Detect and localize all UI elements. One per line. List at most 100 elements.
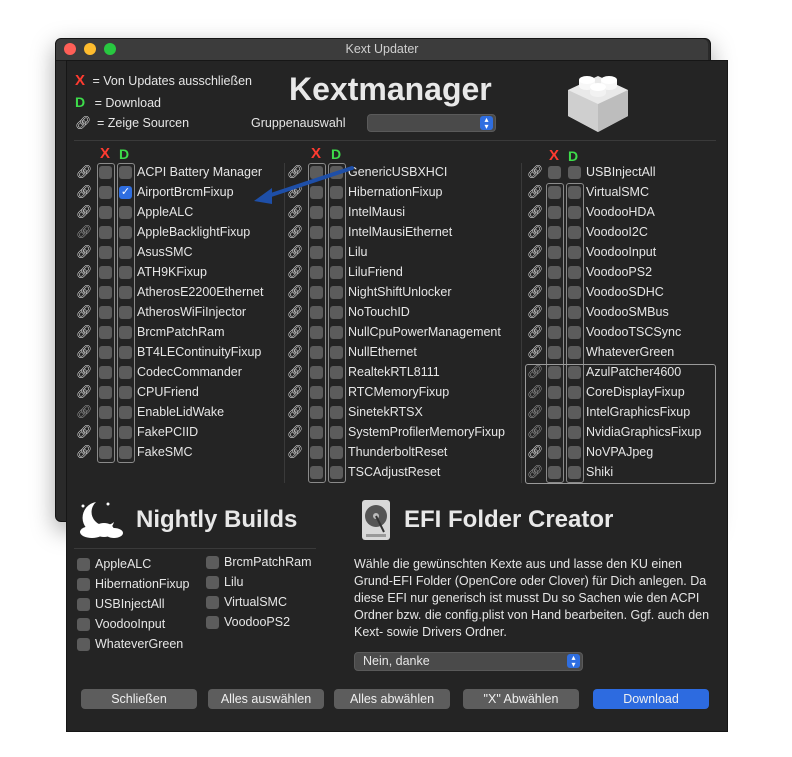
select-all-button[interactable]: Alles auswählen (208, 689, 324, 709)
link-icon[interactable]: 🔗︎ (287, 365, 304, 378)
exclude-checkbox[interactable] (99, 186, 112, 199)
download-checkbox[interactable] (330, 346, 343, 359)
download-checkbox[interactable] (330, 246, 343, 259)
link-icon[interactable]: 🔗︎ (287, 445, 304, 458)
download-checkbox[interactable] (119, 266, 132, 279)
download-checkbox[interactable] (119, 426, 132, 439)
exclude-checkbox[interactable] (99, 246, 112, 259)
exclude-checkbox[interactable] (548, 406, 561, 419)
link-icon[interactable]: 🔗︎ (76, 405, 93, 418)
download-checkbox[interactable] (119, 346, 132, 359)
exclude-checkbox[interactable] (99, 446, 112, 459)
deselect-all-button[interactable]: Alles abwählen (334, 689, 450, 709)
link-icon[interactable]: 🔗︎ (76, 345, 93, 358)
exclude-checkbox[interactable] (99, 366, 112, 379)
download-checkbox[interactable] (568, 466, 581, 479)
download-checkbox[interactable] (568, 186, 581, 199)
exclude-checkbox[interactable] (99, 206, 112, 219)
exclude-checkbox[interactable] (548, 246, 561, 259)
link-icon[interactable]: 🔗︎ (76, 325, 93, 338)
link-icon[interactable]: 🔗︎ (527, 465, 544, 478)
link-icon[interactable]: 🔗︎ (76, 225, 93, 238)
group-select[interactable]: ▴ ▾ (367, 114, 496, 132)
link-icon[interactable]: 🔗︎ (76, 185, 93, 198)
download-checkbox[interactable] (568, 266, 581, 279)
download-checkbox[interactable] (330, 466, 343, 479)
download-checkbox[interactable] (568, 346, 581, 359)
download-checkbox[interactable] (119, 366, 132, 379)
link-icon[interactable]: 🔗︎ (527, 305, 544, 318)
nightly-checkbox[interactable] (206, 616, 219, 629)
download-checkbox[interactable] (330, 386, 343, 399)
download-checkbox[interactable] (330, 286, 343, 299)
link-icon[interactable]: 🔗︎ (287, 265, 304, 278)
exclude-checkbox[interactable] (99, 286, 112, 299)
link-icon[interactable]: 🔗︎ (287, 245, 304, 258)
exclude-checkbox[interactable] (99, 426, 112, 439)
exclude-checkbox[interactable] (310, 406, 323, 419)
download-button[interactable]: Download (593, 689, 709, 709)
download-checkbox[interactable]: ✓ (119, 186, 132, 199)
download-checkbox[interactable] (119, 406, 132, 419)
link-icon[interactable]: 🔗︎ (527, 225, 544, 238)
link-icon[interactable]: 🔗︎ (527, 285, 544, 298)
link-icon[interactable]: 🔗︎ (527, 445, 544, 458)
nightly-checkbox[interactable] (206, 576, 219, 589)
exclude-checkbox[interactable] (548, 446, 561, 459)
efi-select[interactable]: Nein, danke ▴ ▾ (354, 652, 583, 671)
link-icon[interactable]: 🔗︎ (76, 245, 93, 258)
link-icon[interactable]: 🔗︎ (287, 205, 304, 218)
nightly-checkbox[interactable] (206, 556, 219, 569)
exclude-checkbox[interactable] (548, 286, 561, 299)
exclude-checkbox[interactable] (310, 446, 323, 459)
download-checkbox[interactable] (119, 246, 132, 259)
link-icon[interactable]: 🔗︎ (527, 165, 544, 178)
download-checkbox[interactable] (568, 386, 581, 399)
download-checkbox[interactable] (568, 366, 581, 379)
link-icon[interactable]: 🔗︎ (287, 405, 304, 418)
exclude-checkbox[interactable] (310, 246, 323, 259)
exclude-checkbox[interactable] (99, 306, 112, 319)
exclude-checkbox[interactable] (548, 366, 561, 379)
download-checkbox[interactable] (119, 206, 132, 219)
link-icon[interactable]: 🔗︎ (527, 345, 544, 358)
link-icon[interactable]: 🔗︎ (76, 385, 93, 398)
link-icon[interactable]: 🔗︎ (76, 425, 93, 438)
nightly-checkbox[interactable] (77, 598, 90, 611)
link-icon[interactable]: 🔗︎ (527, 185, 544, 198)
link-icon[interactable]: 🔗︎ (287, 285, 304, 298)
download-checkbox[interactable] (568, 306, 581, 319)
nightly-checkbox[interactable] (77, 638, 90, 651)
exclude-checkbox[interactable] (99, 266, 112, 279)
exclude-checkbox[interactable] (548, 166, 561, 179)
link-icon[interactable]: 🔗︎ (76, 285, 93, 298)
exclude-checkbox[interactable] (548, 386, 561, 399)
nightly-checkbox[interactable] (77, 558, 90, 571)
download-checkbox[interactable] (330, 306, 343, 319)
exclude-checkbox[interactable] (548, 266, 561, 279)
exclude-checkbox[interactable] (548, 326, 561, 339)
exclude-checkbox[interactable] (310, 306, 323, 319)
download-checkbox[interactable] (568, 446, 581, 459)
download-checkbox[interactable] (568, 166, 581, 179)
download-checkbox[interactable] (568, 326, 581, 339)
download-checkbox[interactable] (119, 286, 132, 299)
exclude-checkbox[interactable] (548, 226, 561, 239)
link-icon[interactable]: 🔗︎ (76, 445, 93, 458)
link-icon[interactable]: 🔗︎ (76, 365, 93, 378)
download-checkbox[interactable] (330, 446, 343, 459)
download-checkbox[interactable] (568, 286, 581, 299)
exclude-checkbox[interactable] (548, 466, 561, 479)
exclude-checkbox[interactable] (310, 466, 323, 479)
download-checkbox[interactable] (330, 406, 343, 419)
download-checkbox[interactable] (568, 246, 581, 259)
exclude-checkbox[interactable] (310, 266, 323, 279)
download-checkbox[interactable] (330, 326, 343, 339)
download-checkbox[interactable] (330, 366, 343, 379)
link-icon[interactable]: 🔗︎ (76, 305, 93, 318)
link-icon[interactable]: 🔗︎ (527, 425, 544, 438)
link-icon[interactable]: 🔗︎ (76, 265, 93, 278)
download-checkbox[interactable] (330, 266, 343, 279)
nightly-checkbox[interactable] (206, 596, 219, 609)
exclude-checkbox[interactable] (548, 426, 561, 439)
